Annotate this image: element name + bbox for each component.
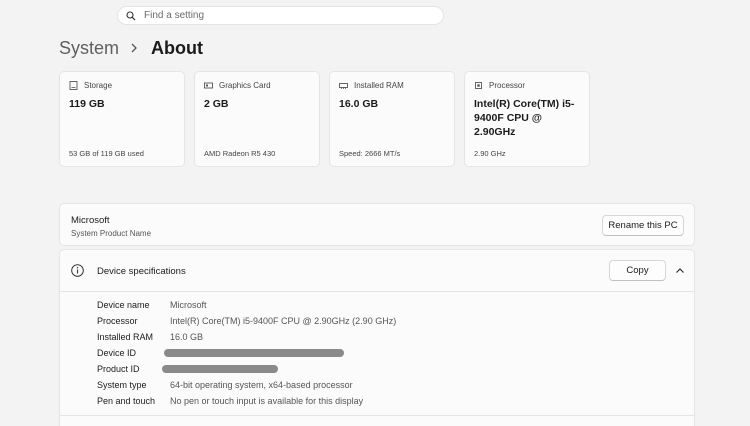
storage-label: Storage — [84, 81, 113, 90]
search-box[interactable] — [117, 6, 444, 25]
spec-row-system-type: System type 64-bit operating system, x64… — [97, 379, 353, 391]
spec-value[interactable]: Intel(R) Core(TM) i5-9400F CPU @ 2.90GHz… — [170, 316, 396, 326]
processor-icon — [474, 81, 483, 90]
spec-key: System type — [97, 380, 147, 390]
spec-key: Installed RAM — [97, 332, 154, 342]
graphics-card-model: AMD Radeon R5 430 — [204, 149, 276, 158]
spec-key: Processor — [97, 316, 138, 326]
spec-key: Product ID — [97, 364, 140, 374]
search-input[interactable] — [144, 10, 424, 21]
device-specifications-title: Device specifications — [97, 266, 186, 277]
spec-value[interactable]: No pen or touch input is available for t… — [170, 396, 363, 406]
system-product-name: System Product Name — [71, 229, 152, 238]
spec-value[interactable]: Microsoft — [170, 300, 207, 310]
chevron-up-icon[interactable] — [674, 265, 686, 277]
spec-value[interactable]: 64-bit operating system, x64-based proce… — [170, 380, 353, 390]
processor-speed: 2.90 GHz — [474, 149, 506, 158]
processor-label: Processor — [489, 81, 526, 90]
ram-card[interactable]: Installed RAM 16.0 GB Speed: 2666 MT/s — [329, 71, 455, 167]
chevron-right-icon — [127, 41, 141, 55]
storage-card[interactable]: Storage 119 GB 53 GB of 119 GB used — [59, 71, 185, 167]
next-section-panel — [59, 415, 695, 426]
spec-row-device-name: Device name Microsoft — [97, 299, 207, 311]
device-name: Microsoft — [71, 215, 110, 226]
device-specifications-panel: Device specifications Copy Device name M… — [59, 249, 695, 426]
graphics-card-value: 2 GB — [204, 98, 229, 110]
redacted-value — [162, 365, 278, 373]
info-icon — [71, 264, 84, 277]
spec-row-pen-and-touch: Pen and touch No pen or touch input is a… — [97, 395, 363, 407]
redacted-value — [164, 349, 344, 357]
storage-usage: 53 GB of 119 GB used — [69, 149, 144, 158]
rename-pc-button[interactable]: Rename this PC — [602, 215, 684, 236]
ram-value: 16.0 GB — [339, 98, 379, 110]
storage-icon — [69, 81, 78, 90]
spec-key: Device name — [97, 300, 150, 310]
spec-row-device-id: Device ID — [97, 347, 344, 359]
processor-card[interactable]: Processor Intel(R) Core(TM) i5-9400F CPU… — [464, 71, 590, 167]
ram-label: Installed RAM — [354, 81, 404, 90]
ram-speed: Speed: 2666 MT/s — [339, 149, 401, 158]
graphics-card-icon — [204, 81, 213, 90]
page-title: About — [151, 37, 203, 58]
spec-row-processor: Processor Intel(R) Core(TM) i5-9400F CPU… — [97, 315, 396, 327]
spec-value[interactable]: 16.0 GB — [170, 332, 203, 342]
processor-value: Intel(R) Core(TM) i5-9400F CPU @ 2.90GHz — [474, 98, 575, 138]
spec-row-installed-ram: Installed RAM 16.0 GB — [97, 331, 203, 343]
spec-key: Device ID — [97, 348, 137, 358]
search-icon — [126, 10, 136, 21]
graphics-card-card[interactable]: Graphics Card 2 GB AMD Radeon R5 430 — [194, 71, 320, 167]
breadcrumb: System About — [59, 37, 203, 59]
storage-value: 119 GB — [69, 98, 105, 110]
ram-icon — [339, 81, 348, 90]
spec-row-product-id: Product ID — [97, 363, 278, 375]
graphics-card-label: Graphics Card — [219, 81, 271, 90]
device-name-panel: Microsoft System Product Name Rename thi… — [59, 203, 695, 246]
breadcrumb-system-link[interactable]: System — [59, 38, 119, 59]
copy-button[interactable]: Copy — [609, 260, 666, 281]
spec-key: Pen and touch — [97, 396, 156, 406]
device-specifications-header[interactable]: Device specifications Copy — [60, 250, 694, 292]
